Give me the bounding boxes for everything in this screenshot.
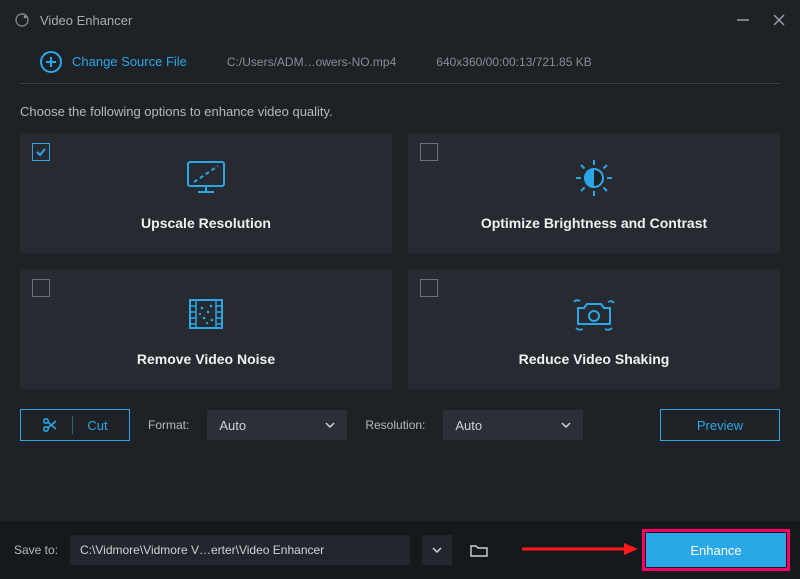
brightness-icon	[570, 155, 618, 201]
option-label: Reduce Video Shaking	[519, 351, 670, 367]
change-source-label: Change Source File	[72, 54, 187, 69]
chevron-down-icon	[561, 422, 571, 428]
enhance-button[interactable]: Enhance	[646, 533, 786, 567]
option-label: Upscale Resolution	[141, 215, 271, 231]
checkbox-icon[interactable]	[32, 279, 50, 297]
preview-label: Preview	[697, 418, 743, 433]
app-icon	[14, 12, 30, 28]
resolution-value: Auto	[455, 418, 482, 433]
source-path: C:/Users/ADM…owers-NO.mp4	[227, 55, 396, 69]
instruction-text: Choose the following options to enhance …	[0, 84, 800, 133]
option-upscale-resolution[interactable]: Upscale Resolution	[20, 133, 392, 253]
cut-label: Cut	[87, 418, 107, 433]
option-brightness-contrast[interactable]: Optimize Brightness and Contrast	[408, 133, 780, 253]
scissors-icon	[42, 417, 58, 433]
source-row: Change Source File C:/Users/ADM…owers-NO…	[20, 40, 780, 84]
resolution-select[interactable]: Auto	[443, 410, 583, 440]
footer: Save to: C:\Vidmore\Vidmore V…erter\Vide…	[0, 521, 800, 579]
chevron-down-icon	[325, 422, 335, 428]
format-label: Format:	[148, 418, 189, 432]
save-path-field[interactable]: C:\Vidmore\Vidmore V…erter\Video Enhance…	[70, 535, 410, 565]
preview-button[interactable]: Preview	[660, 409, 780, 441]
window-controls	[736, 13, 786, 27]
format-value: Auto	[219, 418, 246, 433]
resolution-label: Resolution:	[365, 418, 425, 432]
enhance-label: Enhance	[690, 543, 741, 558]
option-reduce-shaking[interactable]: Reduce Video Shaking	[408, 269, 780, 389]
close-button[interactable]	[772, 13, 786, 27]
minimize-button[interactable]	[736, 13, 750, 27]
options-grid: Upscale Resolution	[0, 133, 800, 389]
save-to-label: Save to:	[14, 543, 58, 557]
app-title: Video Enhancer	[40, 13, 736, 28]
change-source-button[interactable]: Change Source File	[40, 51, 187, 73]
save-path-dropdown[interactable]	[422, 535, 452, 565]
monitor-upscale-icon	[182, 155, 230, 201]
film-noise-icon	[182, 291, 230, 337]
format-select[interactable]: Auto	[207, 410, 347, 440]
camera-shake-icon	[568, 291, 620, 337]
option-label: Remove Video Noise	[137, 351, 275, 367]
source-meta: 640x360/00:00:13/721.85 KB	[436, 55, 591, 69]
divider	[72, 416, 73, 434]
checkbox-icon[interactable]	[420, 143, 438, 161]
option-remove-noise[interactable]: Remove Video Noise	[20, 269, 392, 389]
checkbox-icon[interactable]	[32, 143, 50, 161]
cut-button[interactable]: Cut	[20, 409, 130, 441]
open-folder-button[interactable]	[464, 535, 494, 565]
controls-row: Cut Format: Auto Resolution: Auto Previe…	[0, 389, 800, 461]
checkbox-icon[interactable]	[420, 279, 438, 297]
plus-circle-icon	[40, 51, 62, 73]
save-path-value: C:\Vidmore\Vidmore V…erter\Video Enhance…	[80, 543, 324, 557]
option-label: Optimize Brightness and Contrast	[481, 215, 707, 231]
titlebar: Video Enhancer	[0, 0, 800, 40]
